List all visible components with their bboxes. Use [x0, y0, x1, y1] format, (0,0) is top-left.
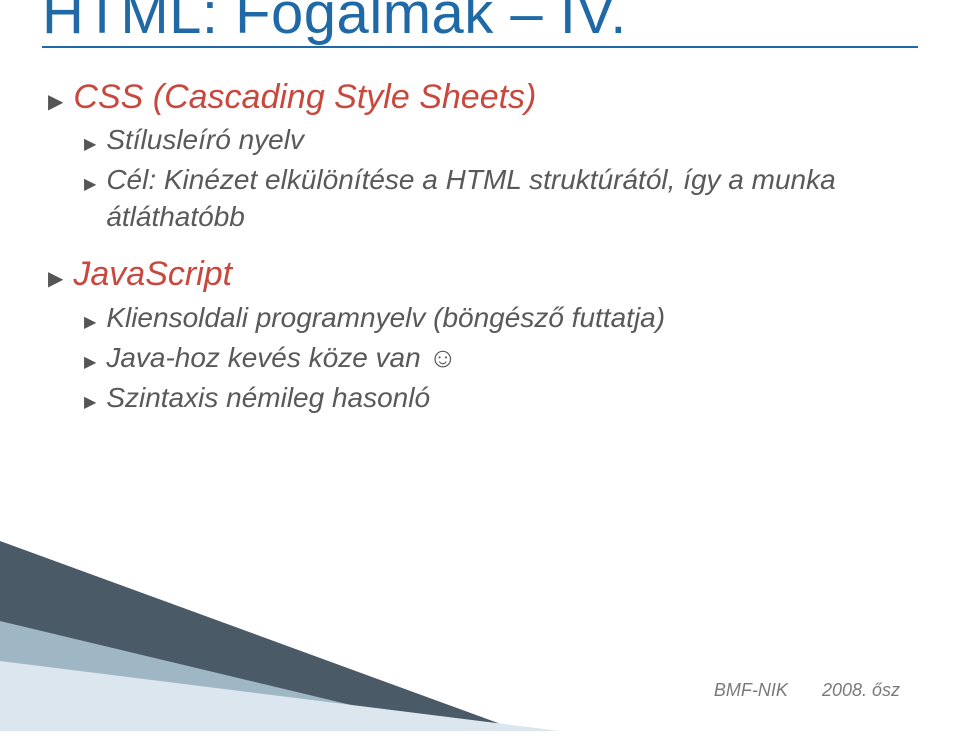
bullet-item: ▶ CSS (Cascading Style Sheets) ▶ Stílusl…: [48, 76, 918, 235]
bullet-head: ▶ CSS (Cascading Style Sheets): [48, 76, 918, 119]
sub-bullet-item: ▶ Cél: Kinézet elkülönítése a HTML struk…: [84, 162, 918, 235]
slide-title: HTML: Fogalmak – IV.: [42, 0, 918, 48]
sub-bullet-text: Kliensoldali programnyelv (böngésző futt…: [106, 300, 665, 336]
footer-term: 2008. ősz: [822, 680, 900, 700]
sub-bullet-list: ▶ Stílusleíró nyelv ▶ Cél: Kinézet elkül…: [84, 122, 918, 235]
bullet-head: ▶ JavaScript: [48, 253, 918, 296]
sub-bullet-item: ▶ Kliensoldali programnyelv (böngésző fu…: [84, 300, 918, 338]
slide-content: ▶ CSS (Cascading Style Sheets) ▶ Stílusl…: [42, 76, 918, 418]
sub-bullet-item: ▶ Stílusleíró nyelv: [84, 122, 918, 160]
sub-bullet-item: ▶ Szintaxis némileg hasonló: [84, 380, 918, 418]
triangle-bullet-icon: ▶: [84, 348, 96, 378]
slide-footer: BMF-NIK 2008. ősz: [714, 680, 900, 701]
triangle-bullet-icon: ▶: [84, 130, 96, 160]
triangle-bullet-icon: ▶: [84, 308, 96, 338]
triangle-bullet-icon: ▶: [84, 388, 96, 418]
bullet-head-text: JavaScript: [73, 253, 232, 296]
sub-bullet-text: Szintaxis némileg hasonló: [106, 380, 430, 416]
bullet-head-text: CSS (Cascading Style Sheets): [73, 76, 536, 119]
sub-bullet-text: Java-hoz kevés köze van ☺: [106, 340, 457, 376]
bullet-list: ▶ CSS (Cascading Style Sheets) ▶ Stílusl…: [48, 76, 918, 418]
sub-bullet-item: ▶ Java-hoz kevés köze van ☺: [84, 340, 918, 378]
slide: HTML: Fogalmak – IV. ▶ CSS (Cascading St…: [0, 0, 960, 731]
sub-bullet-text: Stílusleíró nyelv: [106, 122, 304, 158]
triangle-bullet-icon: ▶: [84, 170, 96, 200]
bullet-item: ▶ JavaScript ▶ Kliensoldali programnyelv…: [48, 253, 918, 418]
decorative-triangle-light: [0, 661, 560, 731]
footer-org: BMF-NIK: [714, 680, 788, 700]
sub-bullet-list: ▶ Kliensoldali programnyelv (böngésző fu…: [84, 300, 918, 418]
triangle-bullet-icon: ▶: [48, 86, 63, 118]
sub-bullet-text: Cél: Kinézet elkülönítése a HTML struktú…: [106, 162, 918, 235]
triangle-bullet-icon: ▶: [48, 263, 63, 295]
